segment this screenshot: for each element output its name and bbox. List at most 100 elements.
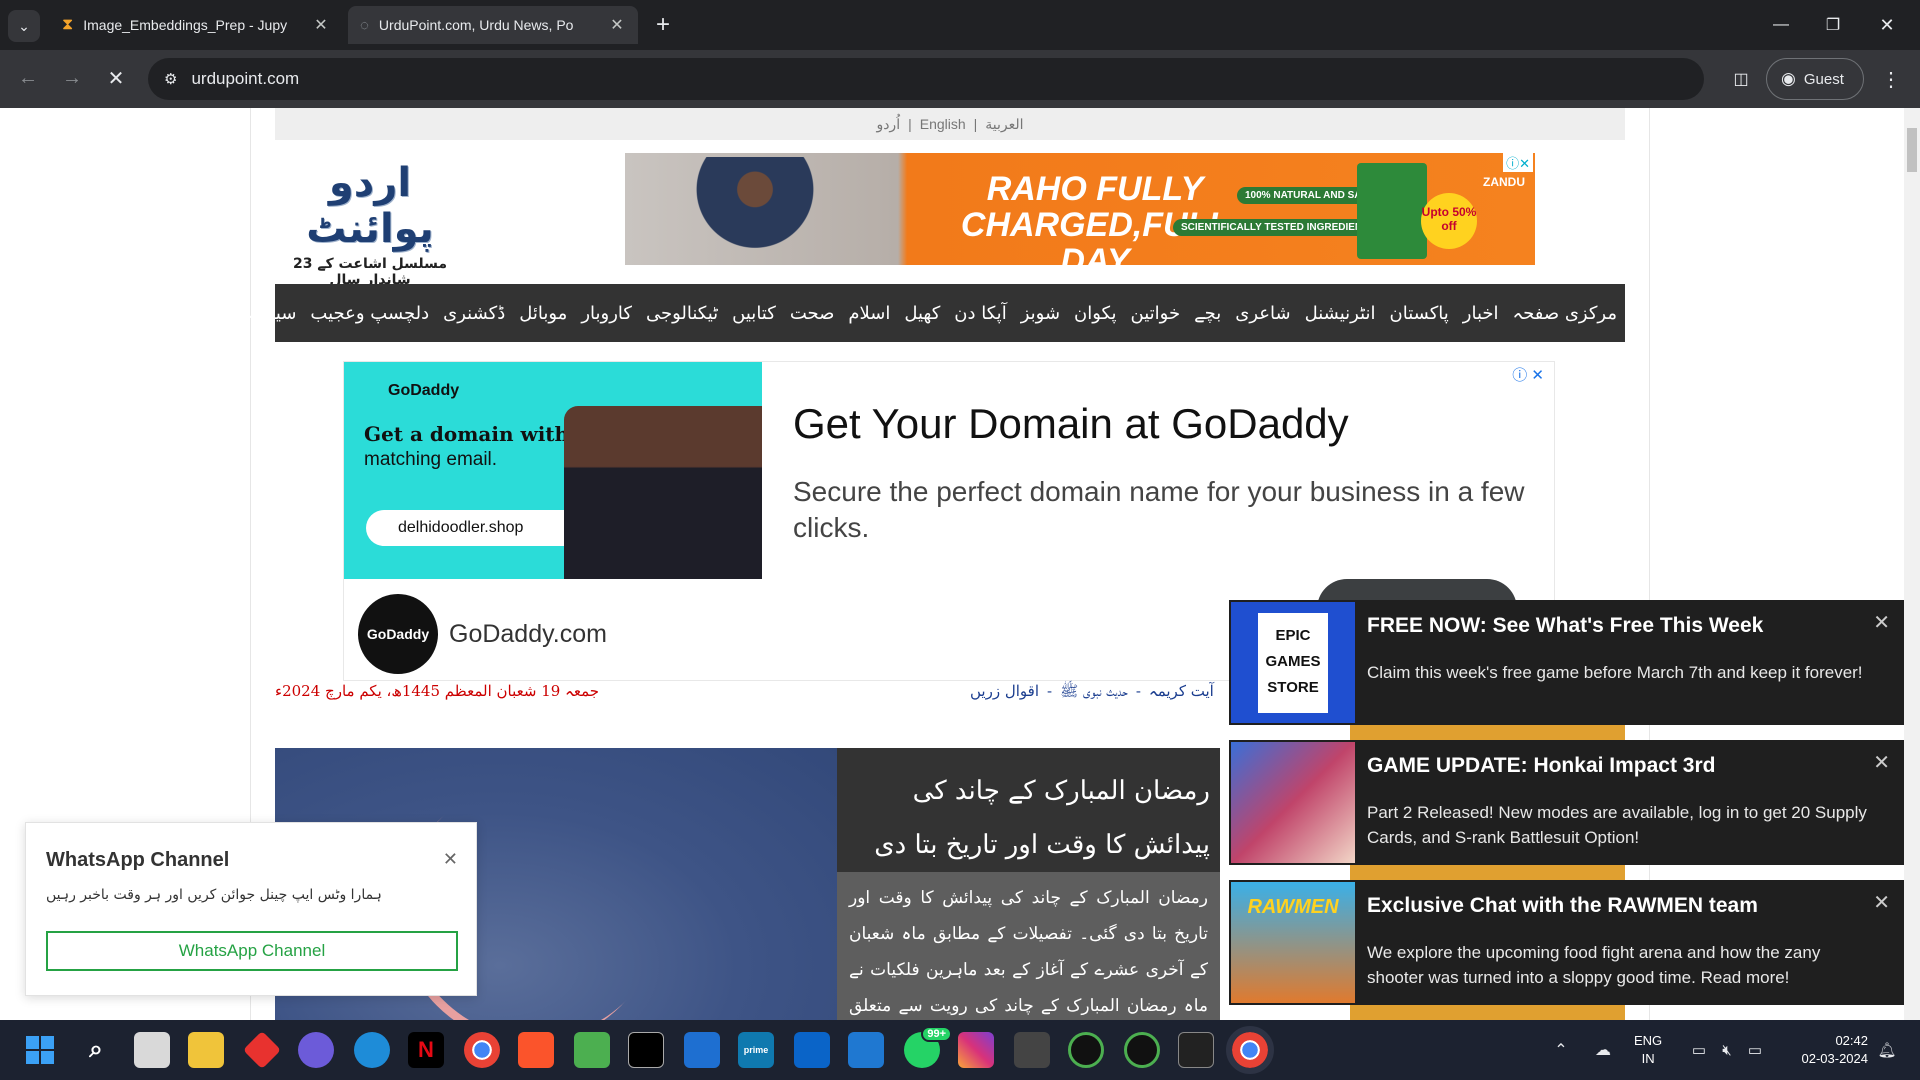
ad-domain-link[interactable]: GoDaddy.com bbox=[449, 620, 607, 649]
app-icon[interactable] bbox=[1014, 1032, 1050, 1068]
tab-search-button[interactable]: ⌄ bbox=[8, 10, 40, 42]
page-scrollbar[interactable] bbox=[1904, 108, 1920, 1020]
whatsapp-channel-button[interactable]: WhatsApp Channel bbox=[46, 931, 458, 971]
close-icon[interactable]: ✕ bbox=[312, 15, 330, 35]
store-icon[interactable] bbox=[684, 1032, 720, 1068]
terminal-icon[interactable] bbox=[628, 1032, 664, 1068]
nav-item[interactable]: ٹیکنالوجی bbox=[646, 303, 718, 324]
lang-urdu-link[interactable]: اُردو bbox=[876, 116, 900, 133]
nav-item[interactable]: صحت bbox=[790, 303, 835, 324]
instagram-icon[interactable] bbox=[958, 1032, 994, 1068]
nav-item[interactable]: مزید bbox=[190, 303, 224, 324]
quick-link-hadith[interactable]: حدیث نبوی ﷺ bbox=[1060, 682, 1128, 704]
quick-link-quotes[interactable]: اقوال زریں bbox=[970, 682, 1039, 704]
clock[interactable]: 02:42 02-03-2024 bbox=[1784, 1032, 1869, 1068]
lang-arabic-link[interactable]: العربية bbox=[985, 116, 1023, 133]
back-arrow-icon[interactable]: ← bbox=[12, 62, 44, 94]
chrome-active-icon[interactable] bbox=[1226, 1026, 1274, 1074]
widgets-icon[interactable] bbox=[134, 1032, 170, 1068]
nav-item[interactable]: پکوان bbox=[1074, 303, 1116, 324]
file-explorer-icon[interactable] bbox=[188, 1032, 224, 1068]
close-icon[interactable]: ✕ bbox=[1873, 890, 1890, 915]
close-icon[interactable]: ✕ bbox=[1873, 750, 1890, 775]
site-logo[interactable]: اردو پوائنٹ مسلسل اشاعت کے 23 شاندار سال bbox=[275, 152, 465, 288]
nav-item[interactable]: انٹرنیشنل bbox=[1305, 303, 1376, 324]
menu-kebab-icon[interactable]: ⋮ bbox=[1876, 64, 1906, 94]
close-icon[interactable]: ✕ bbox=[1873, 610, 1890, 635]
nav-item[interactable]: ڈکشنری bbox=[443, 303, 505, 324]
language-indicator[interactable]: ENG IN bbox=[1634, 1032, 1662, 1068]
tab-urdupoint[interactable]: ◌ UrduPoint.com, Urdu News, Po ✕ bbox=[348, 6, 638, 44]
mute-icon[interactable]: 🔇︎ bbox=[1714, 1034, 1740, 1066]
profile-button[interactable]: ◉ Guest bbox=[1766, 58, 1864, 100]
nav-item[interactable]: پاکستان bbox=[1390, 303, 1449, 324]
new-tab-button[interactable]: + bbox=[648, 10, 678, 40]
search-icon[interactable]: ⌕ bbox=[78, 1032, 114, 1068]
tab-jupyter[interactable]: ⧗ Image_Embeddings_Prep - Jupy ✕ bbox=[50, 6, 342, 44]
stop-loading-icon[interactable]: ✕ bbox=[100, 62, 132, 94]
windows-start-icon[interactable] bbox=[22, 1032, 58, 1068]
nav-item[interactable]: خواتین bbox=[1131, 303, 1181, 324]
nav-item[interactable]: کھیل bbox=[904, 303, 940, 324]
battery-icon[interactable]: ▭ bbox=[1742, 1034, 1768, 1066]
whatsapp-icon[interactable]: 99+ bbox=[904, 1026, 952, 1068]
close-window-button[interactable]: ✕ bbox=[1862, 8, 1912, 42]
nav-item[interactable]: سیاست bbox=[238, 303, 297, 324]
nav-item[interactable]: کتابیں bbox=[732, 303, 776, 324]
banner-ad[interactable]: RAHO FULLY CHARGED,FULL DAY 100% NATURAL… bbox=[625, 153, 1535, 265]
edge-icon[interactable] bbox=[354, 1032, 390, 1068]
side-panel-icon[interactable]: ◫ bbox=[1726, 64, 1756, 94]
nav-item[interactable]: بچے bbox=[1194, 303, 1221, 324]
nav-item[interactable]: دلچسپ وعجیب bbox=[310, 303, 429, 324]
display-icon[interactable]: ▭ bbox=[1686, 1034, 1712, 1066]
nav-item[interactable]: آپکا دن bbox=[954, 303, 1006, 324]
honkai-impact-image bbox=[1231, 742, 1355, 863]
hourglass-icon: ⧗ bbox=[62, 16, 74, 33]
nav-item[interactable]: مرکزی صفحہ bbox=[1513, 303, 1617, 324]
hijri-date: جمعہ 19 شعبان المعظم 1445ھ، یکم مارچ 202… bbox=[275, 682, 600, 700]
chevron-up-icon[interactable]: ⌃ bbox=[1548, 1034, 1574, 1066]
notification-card[interactable]: GAME UPDATE: Honkai Impact 3rd Part 2 Re… bbox=[1229, 740, 1904, 865]
nav-item[interactable]: شوبز bbox=[1021, 303, 1060, 324]
nav-item[interactable]: کاروبار bbox=[581, 303, 632, 324]
nav-item[interactable]: اخبار bbox=[1463, 303, 1499, 324]
powershell-icon[interactable] bbox=[1178, 1032, 1214, 1068]
windows-taskbar: ⌕ N prime 99+ ⌃ ☁ ENG IN ▭ 🔇︎ ▭ 02:42 02… bbox=[0, 1020, 1920, 1080]
scrollbar-thumb[interactable] bbox=[1907, 128, 1917, 172]
tab-title: UrduPoint.com, Urdu News, Po bbox=[378, 17, 574, 33]
ad-choices-icon[interactable]: ⓘ ✕ bbox=[1512, 364, 1544, 385]
chrome-icon[interactable] bbox=[464, 1032, 500, 1068]
netflix-icon[interactable]: N bbox=[408, 1032, 444, 1068]
minimize-button[interactable]: — bbox=[1756, 8, 1806, 42]
vscode-icon[interactable] bbox=[848, 1032, 884, 1068]
godaddy-logo: GoDaddy bbox=[388, 382, 460, 399]
nav-item[interactable]: موبائل bbox=[519, 303, 567, 324]
nav-item[interactable]: اسلام bbox=[848, 303, 890, 324]
notification-bell-icon[interactable]: 🔔︎ bbox=[1874, 1034, 1900, 1066]
notification-card[interactable]: RAWMEN Exclusive Chat with the RAWMEN te… bbox=[1229, 880, 1904, 1005]
notification-body: Claim this week's free game before March… bbox=[1367, 663, 1863, 682]
brave-icon[interactable] bbox=[518, 1032, 554, 1068]
cloud-icon[interactable]: ☁ bbox=[1588, 1034, 1618, 1066]
app-icon[interactable] bbox=[574, 1032, 610, 1068]
notification-card[interactable]: EPIC GAMES STORE FREE NOW: See What's Fr… bbox=[1229, 600, 1904, 725]
ad-choices-icon[interactable]: ⓘ✕ bbox=[1503, 153, 1533, 172]
profile-label: Guest bbox=[1803, 70, 1844, 88]
url-text[interactable]: urdupoint.com bbox=[191, 69, 299, 89]
close-icon[interactable]: ✕ bbox=[608, 15, 626, 35]
nav-item[interactable]: شاعری bbox=[1235, 303, 1290, 324]
restore-button[interactable]: ❐ bbox=[1808, 8, 1858, 42]
outlook-icon[interactable] bbox=[794, 1032, 830, 1068]
quick-link-ayat[interactable]: آیت کریمہ bbox=[1149, 682, 1214, 704]
close-icon[interactable]: ✕ bbox=[443, 849, 458, 870]
app-icon[interactable] bbox=[1124, 1032, 1160, 1068]
address-bar[interactable]: ⚙ urdupoint.com bbox=[148, 58, 1704, 100]
prime-video-icon[interactable]: prime bbox=[738, 1032, 774, 1068]
app-icon[interactable] bbox=[1068, 1032, 1104, 1068]
site-info-icon[interactable]: ⚙ bbox=[164, 70, 177, 88]
forward-arrow-icon[interactable]: → bbox=[56, 62, 88, 94]
ad-description: Secure the perfect domain name for your … bbox=[793, 476, 1525, 543]
app-icon[interactable] bbox=[298, 1032, 334, 1068]
app-icon[interactable] bbox=[242, 1030, 282, 1070]
lang-english-link[interactable]: English bbox=[920, 116, 966, 132]
